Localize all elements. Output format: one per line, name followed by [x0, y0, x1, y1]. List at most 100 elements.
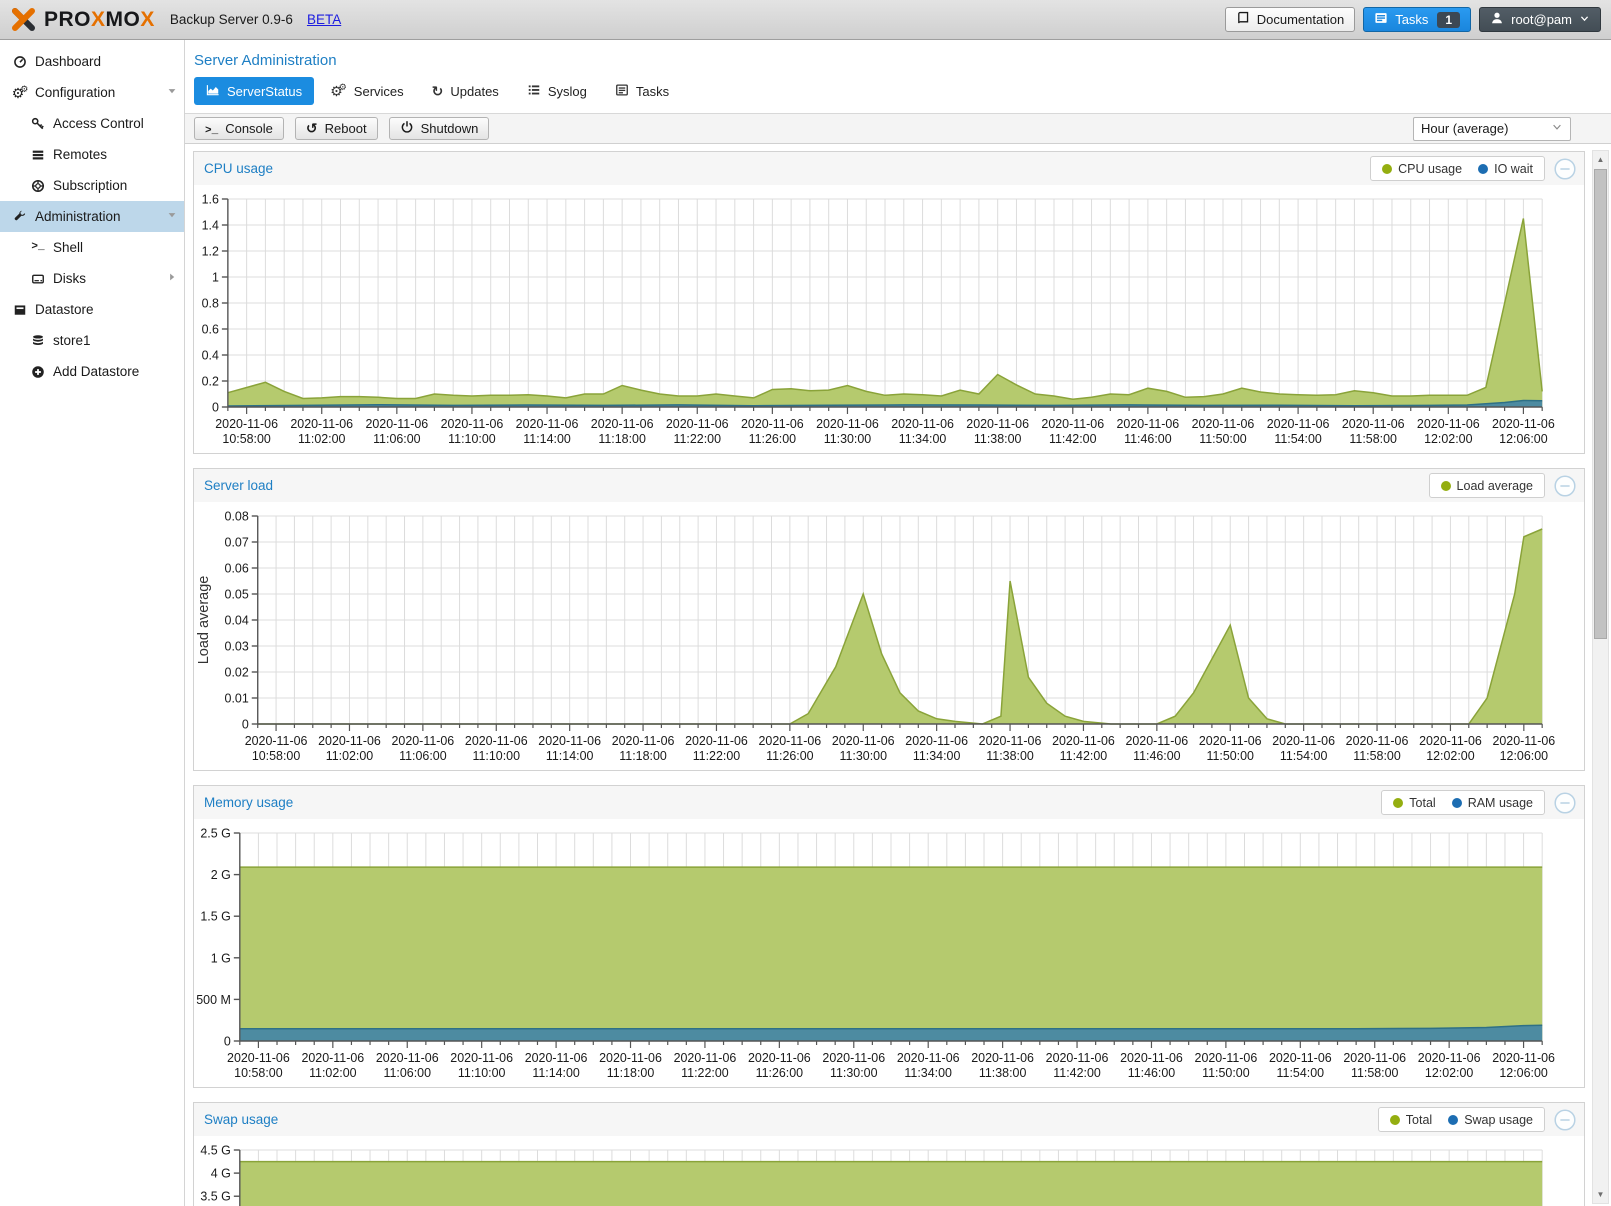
toolbar-buttons: >_Console ↺Reboot Shutdown	[194, 117, 489, 140]
sidebar-item-configuration[interactable]: ⚙⚙Configuration	[0, 77, 184, 108]
svg-text:1.2: 1.2	[202, 244, 219, 258]
scroll-up-arrow[interactable]: ▲	[1593, 152, 1608, 167]
collapse-panel-button[interactable]	[1554, 475, 1576, 497]
gears-icon: ⚙⚙	[330, 83, 347, 99]
svg-text:1: 1	[212, 270, 219, 284]
svg-text:11:42:00: 11:42:00	[1049, 432, 1097, 446]
reboot-button[interactable]: ↺Reboot	[295, 117, 378, 140]
tasks-button[interactable]: Tasks 1	[1363, 7, 1471, 32]
sidebar-item-subscription[interactable]: Subscription	[0, 170, 184, 201]
vertical-scrollbar[interactable]: ▲ ▼	[1592, 150, 1609, 1204]
tab-label: Tasks	[636, 84, 669, 99]
legend-dot-icon	[1452, 798, 1462, 808]
svg-text:12:06:00: 12:06:00	[1499, 1066, 1547, 1080]
chart-swap-usage: 0500 M1 G1.5 G2 G2.5 G3 G3.5 G4 G4.5 G20…	[194, 1136, 1584, 1206]
beta-link[interactable]: BETA	[307, 12, 341, 27]
svg-text:0.08: 0.08	[225, 509, 249, 523]
chevron-down-icon	[1551, 121, 1563, 136]
svg-text:2020-11-06: 2020-11-06	[1052, 734, 1115, 748]
database-icon	[28, 334, 48, 348]
main-area: Server Administration ServerStatus⚙⚙Serv…	[185, 40, 1611, 1206]
sidebar-item-administration[interactable]: Administration	[0, 201, 184, 232]
svg-text:2020-11-06: 2020-11-06	[450, 1051, 513, 1065]
panel-title: CPU usage	[204, 161, 273, 176]
svg-text:12:06:00: 12:06:00	[1500, 749, 1548, 763]
panel-title: Swap usage	[204, 1112, 278, 1127]
sidebar-item-datastore[interactable]: Datastore	[0, 294, 184, 325]
panel-header: Server loadLoad average	[194, 469, 1584, 502]
svg-text:2020-11-06: 2020-11-06	[441, 417, 504, 431]
svg-text:2020-11-06: 2020-11-06	[215, 417, 278, 431]
svg-text:2020-11-06: 2020-11-06	[1269, 1051, 1332, 1065]
svg-text:2020-11-06: 2020-11-06	[741, 417, 804, 431]
chart-area-icon	[206, 83, 220, 100]
svg-text:0.03: 0.03	[225, 639, 249, 653]
svg-text:12:06:00: 12:06:00	[1499, 432, 1547, 446]
tab-syslog[interactable]: Syslog	[515, 77, 599, 105]
svg-text:11:58:00: 11:58:00	[1353, 749, 1401, 763]
collapse-panel-button[interactable]	[1554, 792, 1576, 814]
svg-text:11:34:00: 11:34:00	[899, 432, 947, 446]
scrollbar-thumb[interactable]	[1594, 169, 1607, 639]
sidebar-item-label: Remotes	[53, 147, 107, 162]
svg-text:11:14:00: 11:14:00	[523, 432, 571, 446]
panel-memory-usage: Memory usageTotalRAM usage0500 M1 G1.5 G…	[193, 785, 1585, 1088]
shutdown-button[interactable]: Shutdown	[389, 117, 490, 140]
svg-text:11:26:00: 11:26:00	[756, 1066, 804, 1080]
svg-text:4 G: 4 G	[211, 1167, 231, 1181]
caret-down-icon[interactable]	[166, 209, 178, 224]
panel-body: 0500 M1 G1.5 G2 G2.5 G2020-11-0610:58:00…	[194, 819, 1584, 1087]
svg-text:11:38:00: 11:38:00	[979, 1066, 1027, 1080]
tab-services[interactable]: ⚙⚙Services	[318, 77, 416, 105]
tab-tasks[interactable]: Tasks	[603, 77, 681, 105]
sidebar-item-disks[interactable]: Disks	[0, 263, 184, 294]
legend-dot-icon	[1390, 1115, 1400, 1125]
svg-text:2020-11-06: 2020-11-06	[822, 1051, 885, 1065]
power-icon	[400, 120, 414, 137]
svg-text:11:26:00: 11:26:00	[766, 749, 814, 763]
svg-text:11:22:00: 11:22:00	[693, 749, 741, 763]
tab-updates[interactable]: ↻Updates	[420, 77, 511, 105]
svg-text:11:22:00: 11:22:00	[673, 432, 721, 446]
user-menu-button[interactable]: root@pam	[1479, 7, 1601, 32]
panel-body: 0500 M1 G1.5 G2 G2.5 G3 G3.5 G4 G4.5 G20…	[194, 1136, 1584, 1206]
documentation-button[interactable]: Documentation	[1225, 7, 1355, 32]
svg-text:2020-11-06: 2020-11-06	[966, 417, 1029, 431]
sidebar-item-remotes[interactable]: Remotes	[0, 139, 184, 170]
svg-text:0.04: 0.04	[225, 613, 249, 627]
svg-text:12:02:00: 12:02:00	[1425, 1066, 1473, 1080]
legend-label: IO wait	[1494, 162, 1533, 176]
disk-icon	[28, 272, 48, 286]
console-button[interactable]: >_Console	[194, 117, 284, 140]
svg-text:2020-11-06: 2020-11-06	[1272, 734, 1335, 748]
svg-text:0.01: 0.01	[225, 691, 249, 705]
svg-text:11:30:00: 11:30:00	[824, 432, 872, 446]
svg-text:11:38:00: 11:38:00	[986, 749, 1034, 763]
svg-text:11:58:00: 11:58:00	[1351, 1066, 1399, 1080]
sidebar-item-access-control[interactable]: Access Control	[0, 108, 184, 139]
collapse-panel-button[interactable]	[1554, 1109, 1576, 1131]
collapse-panel-button[interactable]	[1554, 158, 1576, 180]
sidebar-item-label: store1	[53, 333, 91, 348]
svg-text:0: 0	[242, 717, 249, 731]
svg-text:2020-11-06: 2020-11-06	[971, 1051, 1034, 1065]
scroll-down-arrow[interactable]: ▼	[1593, 1187, 1608, 1202]
time-range-select[interactable]: Hour (average)	[1413, 117, 1571, 141]
sidebar-item-label: Administration	[35, 209, 121, 224]
svg-text:11:18:00: 11:18:00	[619, 749, 667, 763]
gears-icon: ⚙⚙	[10, 85, 30, 100]
svg-text:2 G: 2 G	[211, 868, 231, 882]
svg-text:11:42:00: 11:42:00	[1053, 1066, 1101, 1080]
sidebar-item-dashboard[interactable]: Dashboard	[0, 46, 184, 77]
svg-text:2.5 G: 2.5 G	[200, 826, 230, 840]
svg-text:12:02:00: 12:02:00	[1426, 749, 1474, 763]
sidebar-item-store1[interactable]: store1	[0, 325, 184, 356]
tab-bar: ServerStatus⚙⚙Services↻UpdatesSyslog Task…	[185, 77, 1611, 113]
caret-down-icon[interactable]	[166, 85, 178, 100]
svg-text:2020-11-06: 2020-11-06	[758, 734, 821, 748]
svg-text:2020-11-06: 2020-11-06	[1343, 1051, 1406, 1065]
caret-right-icon[interactable]	[166, 271, 178, 286]
sidebar-item-shell[interactable]: >_Shell	[0, 232, 184, 263]
sidebar-item-add-datastore[interactable]: Add Datastore	[0, 356, 184, 387]
tab-serverstatus[interactable]: ServerStatus	[194, 77, 314, 105]
